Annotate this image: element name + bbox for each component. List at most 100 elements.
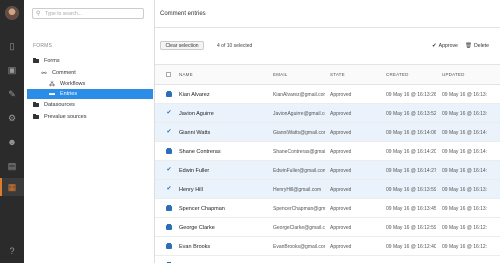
entries-icon: ▬ bbox=[49, 91, 55, 97]
table-body: Kian Alvarez KianAlvarez@gmail.com Approve… bbox=[155, 85, 500, 263]
entry-icon[interactable] bbox=[166, 91, 172, 97]
cell-state: Approved bbox=[330, 244, 352, 250]
folder-icon bbox=[33, 113, 39, 120]
cell-name: Edwin Fuller bbox=[179, 167, 210, 174]
folder-icon bbox=[33, 57, 39, 64]
cell-email: EdwinFuller@gmail.com bbox=[273, 168, 325, 174]
tools-icon[interactable]: ✎ bbox=[6, 88, 18, 100]
help-icon[interactable]: ? bbox=[6, 245, 18, 257]
tree-node-label: Workflows bbox=[60, 81, 86, 87]
table-row[interactable]: Shane Contreras ShaneContreras@gmail.com A… bbox=[155, 142, 500, 161]
forms-icon[interactable]: ▦ bbox=[6, 181, 18, 193]
table-row[interactable]: Spencer Chapman SpencerChapman@gmail.com A… bbox=[155, 199, 500, 218]
search-box[interactable]: ⚲ bbox=[32, 8, 144, 19]
trash-icon: 🗑 bbox=[465, 43, 472, 49]
cell-updated: 09 May 16 @ 16:13:45 bbox=[442, 206, 487, 212]
avatar[interactable] bbox=[5, 6, 19, 20]
cell-email: EvanBrooks@gmail.com bbox=[273, 244, 325, 250]
search-icon: ⚲ bbox=[36, 11, 41, 17]
cell-updated: 09 May 16 @ 16:13:52 bbox=[442, 111, 487, 117]
cell-name: Gianni Watts bbox=[179, 129, 211, 136]
entry-icon[interactable] bbox=[166, 224, 172, 230]
cell-created: 09 May 16 @ 16:13:45 bbox=[386, 206, 436, 212]
row-selected-check-icon[interactable]: ✔ bbox=[166, 110, 172, 116]
tree-node-forms[interactable]: Forms bbox=[33, 56, 153, 66]
cell-state: Approved bbox=[330, 130, 352, 136]
cell-email: HenryHill@gmail.com bbox=[273, 187, 322, 193]
table-row[interactable]: ✔ Henry Hill HenryHill@gmail.com Approved 09… bbox=[155, 180, 500, 199]
tree-node-label: Datasources bbox=[44, 102, 75, 108]
row-selected-check-icon[interactable]: ✔ bbox=[166, 186, 172, 192]
cell-state: Approved bbox=[330, 187, 352, 193]
cell-name: Henry Hill bbox=[179, 186, 203, 193]
selection-count: 4 of 10 selected bbox=[217, 43, 253, 49]
cell-email: GeorgeClarke@gmail.com bbox=[273, 225, 325, 231]
tree-node-prevalue-sources[interactable]: Prevalue sources bbox=[33, 112, 153, 122]
gear-icon[interactable]: ⚙ bbox=[6, 112, 18, 124]
tree-node-label: Forms bbox=[44, 58, 60, 64]
cell-email: GianniWatts@gmail.com bbox=[273, 130, 325, 136]
cell-updated: 09 May 16 @ 16:12:59 bbox=[442, 225, 487, 231]
app-rail: ▯ ▣ ✎ ⚙ ☻ ▤ ▦ ? bbox=[0, 0, 24, 263]
main-content: Comment entries Clear selection 4 of 10 … bbox=[155, 0, 500, 263]
tree-node-entries[interactable]: ▬ Entries bbox=[27, 89, 153, 99]
cell-created: 09 May 16 @ 16:13:59 bbox=[386, 187, 436, 193]
cell-name: Evan Brooks bbox=[179, 243, 211, 250]
cell-updated: 09 May 16 @ 16:14:20 bbox=[442, 149, 487, 155]
column-header-name[interactable]: NAME bbox=[179, 72, 193, 77]
row-selected-check-icon[interactable]: ✔ bbox=[166, 129, 172, 135]
entry-icon[interactable] bbox=[166, 205, 172, 211]
cell-name: Kian Alvarez bbox=[179, 91, 210, 98]
table-row[interactable]: Jake PowellJakePowell@gmail.comApproved0… bbox=[155, 256, 500, 263]
tree-node-workflows[interactable]: ⁂ Workflows bbox=[48, 79, 153, 89]
page-header: Comment entries bbox=[155, 0, 500, 28]
table-row[interactable]: ✔ Javion Aguirre JavionAguirre@gmail.com Ap… bbox=[155, 104, 500, 123]
cell-email: KianAlvarez@gmail.com bbox=[273, 92, 325, 98]
cell-created: 09 May 16 @ 16:13:52 bbox=[386, 111, 436, 117]
table-row[interactable]: George Clarke GeorgeClarke@gmail.com Appro… bbox=[155, 218, 500, 237]
cell-updated: 09 May 16 @ 16:14:06 bbox=[442, 130, 487, 136]
page-icon[interactable]: ▯ bbox=[6, 40, 18, 52]
tree-node-datasources[interactable]: Datasources bbox=[33, 100, 153, 110]
cell-email: JavionAguirre@gmail.com bbox=[273, 111, 325, 117]
check-icon: ✔ bbox=[432, 43, 437, 49]
entry-icon[interactable] bbox=[166, 148, 172, 154]
entry-icon[interactable] bbox=[166, 243, 172, 249]
user-icon[interactable]: ☻ bbox=[6, 136, 18, 148]
inbox-icon[interactable]: ▤ bbox=[6, 160, 18, 172]
entries-table: NAME EMAIL STATE CREATED UPDATED Kian Al… bbox=[155, 64, 500, 263]
approve-button[interactable]: ✔ Approve bbox=[432, 43, 458, 49]
column-header-email[interactable]: EMAIL bbox=[273, 72, 288, 77]
cell-state: Approved bbox=[330, 225, 352, 231]
search-input[interactable] bbox=[45, 9, 141, 18]
column-header-updated[interactable]: UPDATED bbox=[442, 72, 465, 77]
tree-node-comment[interactable]: ⚯ Comment bbox=[40, 68, 153, 78]
cell-state: Approved bbox=[330, 206, 352, 212]
cell-updated: 09 May 16 @ 16:13:26 bbox=[442, 92, 487, 98]
clear-selection-button[interactable]: Clear selection bbox=[160, 41, 204, 50]
cell-created: 09 May 16 @ 16:12:59 bbox=[386, 225, 436, 231]
cell-name: Spencer Chapman bbox=[179, 205, 225, 212]
page-title: Comment entries bbox=[160, 11, 206, 17]
select-all-checkbox[interactable] bbox=[166, 72, 171, 77]
cell-state: Approved bbox=[330, 149, 352, 155]
column-header-created[interactable]: CREATED bbox=[386, 72, 409, 77]
cell-updated: 09 May 16 @ 16:14:27 bbox=[442, 168, 487, 174]
image-icon[interactable]: ▣ bbox=[6, 64, 18, 76]
table-row[interactable]: ✔ Edwin Fuller EdwinFuller@gmail.com Approv… bbox=[155, 161, 500, 180]
cell-email: ShaneContreras@gmail.com bbox=[273, 149, 325, 155]
cell-updated: 09 May 16 @ 16:12:40 bbox=[442, 244, 487, 250]
table-row[interactable]: ✔ Gianni Watts GianniWatts@gmail.com Approv… bbox=[155, 123, 500, 142]
cell-name: Shane Contreras bbox=[179, 148, 221, 155]
cell-created: 09 May 16 @ 16:12:40 bbox=[386, 244, 436, 250]
table-row[interactable]: Kian Alvarez KianAlvarez@gmail.com Approve… bbox=[155, 85, 500, 104]
tree-node-label: Prevalue sources bbox=[44, 114, 87, 120]
workflow-icon: ⁂ bbox=[49, 81, 55, 88]
table-row[interactable]: Evan Brooks EvanBrooks@gmail.com Approved 0… bbox=[155, 237, 500, 256]
cell-created: 09 May 16 @ 16:14:27 bbox=[386, 168, 436, 174]
delete-button[interactable]: 🗑 Delete bbox=[465, 43, 489, 49]
table-header: NAME EMAIL STATE CREATED UPDATED bbox=[155, 64, 500, 85]
column-header-state[interactable]: STATE bbox=[330, 72, 345, 77]
row-selected-check-icon[interactable]: ✔ bbox=[166, 167, 172, 173]
cell-created: 09 May 16 @ 16:13:26 bbox=[386, 92, 436, 98]
